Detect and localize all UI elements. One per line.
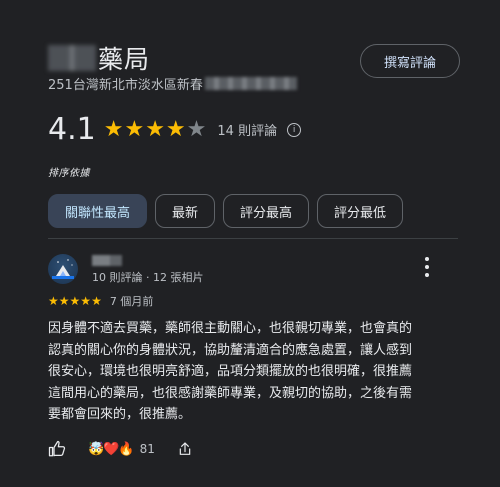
write-review-button[interactable]: 撰寫評論 [360,44,460,78]
sort-chip-2[interactable]: 評分最高 [223,194,310,228]
info-icon[interactable]: i [287,122,302,137]
star-filled-icon: ★ [91,294,102,308]
star-filled-icon: ★ [145,116,165,142]
rating-stars: ★ ★ ★ ★ ★ [103,116,208,142]
emoji-reaction-face: 🤯 [88,441,105,457]
divider [48,238,458,239]
star-empty-icon: ★ [186,116,207,142]
star-filled-icon: ★ [58,294,70,308]
redacted-name-blur [48,45,96,71]
star-filled-icon: ★ [48,294,59,308]
place-address: 251台灣新北市淡水區新春 [48,78,203,93]
rating-summary: 4.1 ★ ★ ★ ★ ★ 14 則評論 i [48,112,302,147]
star-filled-icon: ★ [124,116,145,142]
review-stars: ★ ★ ★ ★ ★ [48,295,102,307]
sort-label: 排序依據 [48,168,90,179]
emoji-reaction-heart: ❤️ [103,441,120,457]
avatar[interactable] [48,254,78,284]
share-icon[interactable] [177,440,193,458]
sort-chip-1[interactable]: 最新 [155,194,216,228]
rating-score: 4.1 [48,112,96,147]
review-count[interactable]: 14 則評論 [217,120,277,139]
emoji-reaction-fire: 🔥 [118,441,135,457]
author-meta: 10 則評論 · 12 張相片 [92,271,204,284]
sort-chips: 關聯性最高 最新 評分最高 評分最低 [48,194,411,228]
review-text: 因身體不適去買藥，藥師很主動關心，也很親切專業，也會真的 認真的關心你的身體狀況… [48,321,413,422]
star-filled-icon: ★ [165,116,186,142]
sort-chip-3[interactable]: 評分最低 [317,194,404,228]
star-filled-icon: ★ [69,294,81,308]
thumb-up-icon[interactable] [48,440,66,458]
redacted-address-blur [204,77,297,90]
review-rating-row: ★ ★ ★ ★ ★ 7 個月前 [48,293,153,309]
place-name: 藥局 [98,45,151,74]
avatar-image [52,259,74,279]
sort-chip-0[interactable]: 關聯性最高 [48,194,148,228]
reactions-row: 🤯 ❤️ 🔥 81 [48,440,193,458]
review-time: 7 個月前 [109,295,154,308]
star-filled-icon: ★ [103,116,124,142]
redacted-author-blur[interactable] [92,255,122,266]
place-title: 藥局 [48,40,150,76]
reaction-count[interactable]: 81 [140,442,155,456]
more-vert-icon[interactable] [420,257,434,277]
star-filled-icon: ★ [80,294,92,308]
place-address-row: 251台灣新北市淡水區新春 [48,74,297,93]
